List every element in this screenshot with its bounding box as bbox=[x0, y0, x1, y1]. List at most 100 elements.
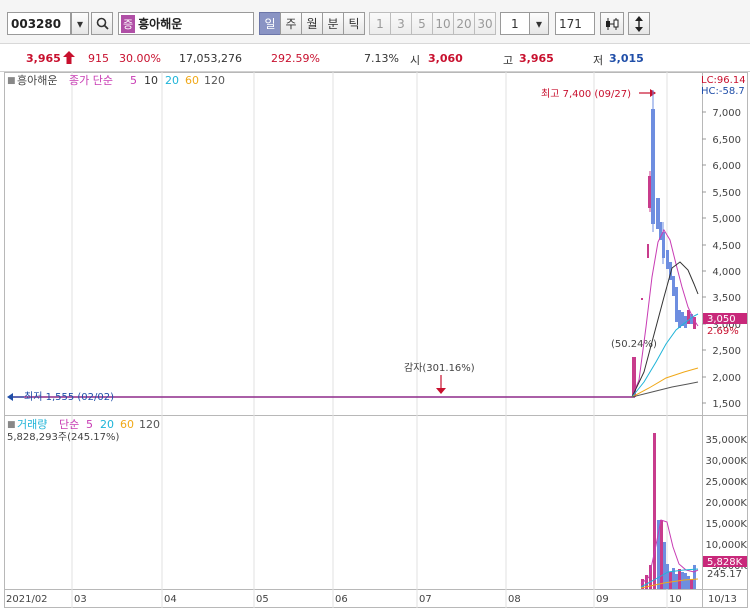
panel-menu-icon[interactable]: ■ bbox=[7, 76, 16, 86]
price-tick: 5,000 bbox=[712, 214, 741, 225]
minute-option-1[interactable]: 1 bbox=[369, 12, 391, 35]
minute-option-3[interactable]: 3 bbox=[390, 12, 412, 35]
price-tick: 4,000 bbox=[712, 267, 741, 278]
candle bbox=[641, 298, 643, 300]
x-label: 08 bbox=[508, 594, 521, 605]
minute-option-10[interactable]: 10 bbox=[432, 12, 454, 35]
x-label-current: 10/13 bbox=[708, 594, 737, 605]
search-icon bbox=[96, 17, 109, 30]
search-button[interactable] bbox=[91, 12, 113, 35]
price-ma-20: 20 bbox=[165, 74, 179, 87]
x-label: 07 bbox=[419, 594, 432, 605]
up-arrow-icon bbox=[63, 51, 75, 64]
candle bbox=[678, 310, 681, 328]
open-label: 시 bbox=[410, 54, 421, 67]
tab-weekly[interactable]: 주 bbox=[280, 12, 302, 35]
price-panel-name: 흥아해운 bbox=[17, 73, 57, 87]
current-price: 3,965 bbox=[26, 52, 61, 65]
chevron-down-icon: ▾ bbox=[535, 16, 543, 31]
x-label: 05 bbox=[256, 594, 269, 605]
volume-panel-name: 거래량 bbox=[17, 418, 47, 431]
price-tick: 6,500 bbox=[712, 135, 741, 146]
count-input[interactable]: 171 bbox=[555, 12, 595, 35]
vertical-arrows-icon bbox=[635, 15, 643, 32]
price-ma-10: 10 bbox=[144, 74, 158, 87]
volume-ma-5: 5 bbox=[86, 418, 93, 431]
volume-tick: 25,000K bbox=[705, 477, 747, 488]
price-tick: 1,500 bbox=[712, 399, 741, 410]
volume-rate-tag: 245.17 bbox=[707, 569, 742, 580]
panel-menu-icon[interactable]: ■ bbox=[7, 420, 16, 430]
open-price: 3,060 bbox=[428, 52, 463, 65]
current-volume: 5,828,293주(245.17%) bbox=[7, 432, 119, 443]
low-label: 저 bbox=[593, 54, 604, 67]
high-annotation: 최고 7,400 (09/27) bbox=[541, 88, 631, 100]
current-rate-tag: 2.69% bbox=[707, 326, 739, 337]
stock-name-field[interactable]: 증 흥아해운 bbox=[118, 12, 254, 35]
price-tick: 5,500 bbox=[712, 188, 741, 199]
x-label: 04 bbox=[164, 594, 177, 605]
volume-ma-label: 단순 bbox=[59, 418, 79, 431]
lc-value: LC:96.14 bbox=[701, 75, 746, 86]
quote-bar: 3,965 915 30.00% 17,053,276 292.59% 7.13… bbox=[0, 44, 750, 72]
volume-ma-20: 20 bbox=[100, 418, 114, 431]
price-change: 915 bbox=[88, 52, 109, 65]
chart-toolbar: 003280 ▾ 증 흥아해운 일 주 월 분 틱 1 3 5 10 20 30… bbox=[0, 0, 750, 44]
candle bbox=[675, 287, 678, 322]
low-price: 3,015 bbox=[609, 52, 644, 65]
compress-button[interactable] bbox=[600, 12, 624, 35]
hc-value: HC:-58.7 bbox=[701, 86, 745, 97]
price-tick: 2,500 bbox=[712, 346, 741, 357]
volume-bar bbox=[653, 433, 656, 589]
price-tick: 2,000 bbox=[712, 373, 741, 384]
volume-bar bbox=[687, 576, 690, 589]
turnover-rate: 7.13% bbox=[364, 52, 399, 65]
chevron-down-icon: ▾ bbox=[76, 16, 84, 31]
x-label: 06 bbox=[335, 594, 348, 605]
volume-bar bbox=[693, 565, 696, 589]
x-label: 03 bbox=[74, 594, 87, 605]
volume-bar bbox=[678, 569, 681, 589]
volume-bar bbox=[690, 579, 693, 589]
candle bbox=[672, 276, 675, 296]
high-price: 3,965 bbox=[519, 52, 554, 65]
multiplier-select[interactable]: 1 bbox=[500, 12, 530, 35]
price-tick: 3,500 bbox=[712, 293, 741, 304]
minute-option-5[interactable]: 5 bbox=[411, 12, 433, 35]
volume-bar bbox=[663, 542, 666, 589]
x-label: 09 bbox=[596, 594, 609, 605]
tab-minute[interactable]: 분 bbox=[322, 12, 344, 35]
minute-option-20[interactable]: 20 bbox=[453, 12, 475, 35]
stock-chart[interactable]: ■ 흥아해운 종가 단순 5 10 20 60 120 LC:96.14 HC:… bbox=[4, 72, 748, 608]
volume-ma-120: 120 bbox=[139, 418, 160, 431]
vertical-scale-button[interactable] bbox=[628, 12, 650, 35]
price-ma-120: 120 bbox=[204, 74, 225, 87]
event-annotation: 감자(301.16%) bbox=[404, 362, 475, 374]
trade-volume: 17,053,276 bbox=[179, 52, 242, 65]
stock-code-input[interactable]: 003280 bbox=[7, 12, 71, 35]
candle bbox=[687, 310, 690, 324]
multiplier-dropdown-button[interactable]: ▾ bbox=[529, 12, 549, 35]
code-dropdown-button[interactable]: ▾ bbox=[71, 12, 89, 35]
candle bbox=[662, 232, 665, 258]
volume-ma-60: 60 bbox=[120, 418, 134, 431]
change-rate: 30.00% bbox=[119, 52, 161, 65]
price-ma-5: 5 bbox=[130, 74, 137, 87]
volume-bar bbox=[666, 564, 669, 589]
tab-daily[interactable]: 일 bbox=[259, 12, 281, 35]
tab-tick[interactable]: 틱 bbox=[343, 12, 365, 35]
volume-tick: 20,000K bbox=[705, 498, 747, 509]
high-label: 고 bbox=[503, 54, 514, 67]
price-tick: 6,000 bbox=[712, 161, 741, 172]
candle-compress-icon bbox=[606, 17, 619, 30]
price-ma-60: 60 bbox=[185, 74, 199, 87]
volume-tick: 15,000K bbox=[705, 519, 747, 530]
price-tick: 4,500 bbox=[712, 241, 741, 252]
x-label: 2021/02 bbox=[6, 594, 48, 605]
minute-option-30[interactable]: 30 bbox=[474, 12, 496, 35]
volume-bar bbox=[660, 520, 663, 589]
volume-rate: 292.59% bbox=[271, 52, 320, 65]
volume-bar bbox=[684, 573, 687, 589]
market-badge: 증 bbox=[121, 14, 136, 33]
tab-monthly[interactable]: 월 bbox=[301, 12, 323, 35]
